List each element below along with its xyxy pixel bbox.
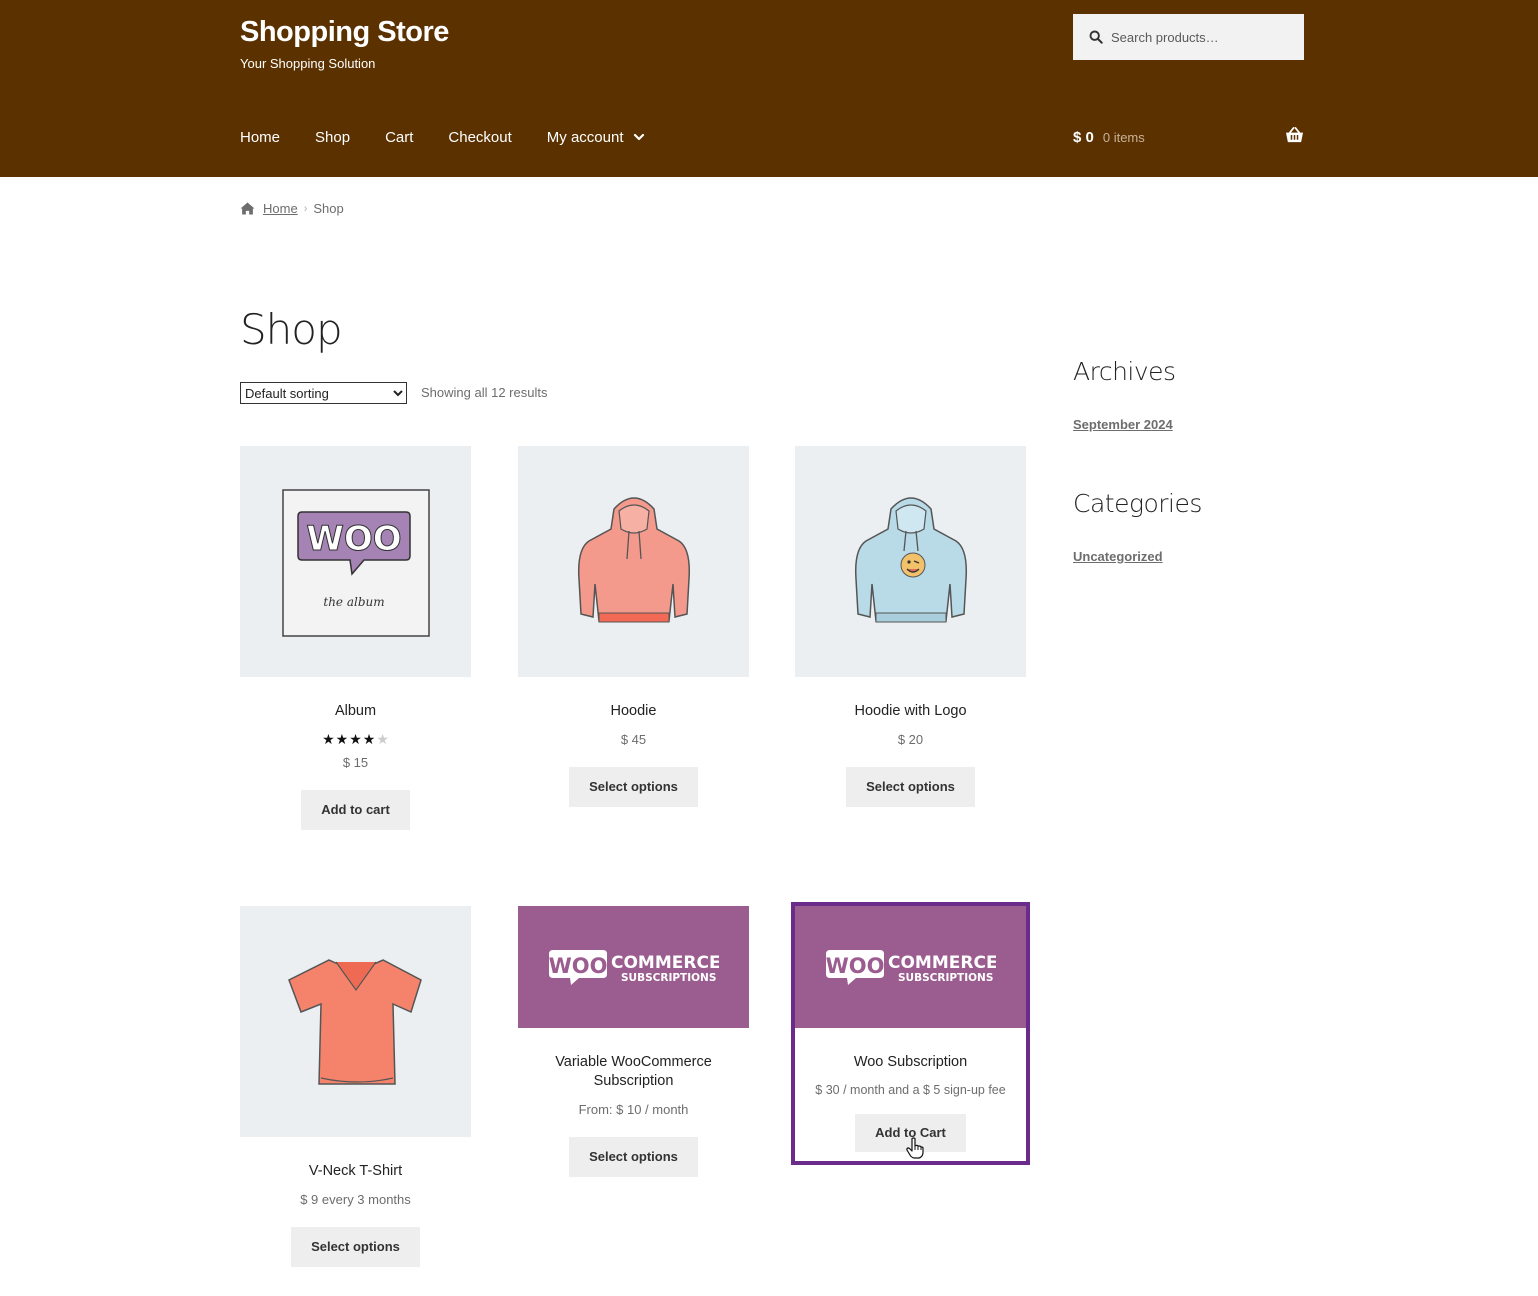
product-price-woo-subscription: $ 30 / month and a $ 5 sign-up fee: [815, 1083, 1006, 1097]
tshirt-image: [287, 958, 422, 1085]
product-image-album[interactable]: WOO the album: [240, 446, 471, 677]
primary-navigation: Home Shop Cart Checkout My account: [240, 126, 680, 148]
album-small-text: the album: [323, 595, 384, 609]
nav-item-my-account[interactable]: My account: [547, 129, 646, 146]
nav-item-home[interactable]: Home: [240, 129, 280, 146]
category-link-uncategorized[interactable]: Uncategorized: [1073, 549, 1163, 564]
breadcrumb-separator: ›: [303, 202, 308, 215]
nav-item-my-account-label: My account: [546, 128, 624, 146]
archives-widget-title: Archives: [1073, 357, 1176, 386]
logo-subscriptions-text: SUBSCRIPTIONS: [898, 972, 993, 984]
product-image-vneck-tshirt[interactable]: [240, 906, 471, 1137]
product-price-hoodie: $ 45: [620, 732, 647, 747]
logo-commerce-text: COMMERCE: [611, 953, 719, 973]
album-woo-text: WOO: [306, 519, 401, 559]
product-card-hoodie-with-logo: Hoodie with Logo $ 20 Select options: [795, 446, 1026, 807]
product-image-hoodie[interactable]: [518, 446, 749, 677]
header-cart[interactable]: $ 0 0 items: [1073, 126, 1304, 148]
logo-woo-text: WOO: [826, 954, 884, 978]
select-options-button-hoodie[interactable]: Select options: [569, 767, 698, 807]
woo-album-image: WOO the album: [281, 488, 430, 637]
star-icon: ★: [349, 731, 362, 747]
breadcrumb-home-link[interactable]: Home: [263, 201, 298, 216]
product-image-hoodie-with-logo[interactable]: [795, 446, 1026, 677]
product-price-album: $ 15: [342, 755, 369, 770]
search-icon: [1089, 30, 1103, 44]
page-title: Shop: [240, 305, 343, 354]
product-card-vneck-tshirt: V-Neck T-Shirt $ 9 every 3 months Select…: [240, 906, 471, 1267]
product-image-woo-subscription[interactable]: WOO COMMERCE SUBSCRIPTIONS: [795, 906, 1026, 1028]
sort-select[interactable]: Default sorting: [240, 382, 407, 404]
product-card-album: WOO the album Album ★ ★ ★ ★ ★ $ 15 Add t…: [240, 446, 471, 830]
breadcrumb-current: Shop: [313, 201, 344, 216]
woocommerce-subscriptions-logo: WOO COMMERCE SUBSCRIPTIONS: [825, 950, 996, 985]
product-card-woo-subscription: WOO COMMERCE SUBSCRIPTIONS Woo Subscript…: [791, 902, 1030, 1165]
product-card-variable-woocommerce-subscription: WOO COMMERCE SUBSCRIPTIONS Variable WooC…: [518, 906, 749, 1177]
product-card-hoodie: Hoodie $ 45 Select options: [518, 446, 749, 807]
breadcrumb: Home › Shop: [240, 201, 344, 216]
star-icon: ★: [322, 731, 335, 747]
select-options-button-vneck-tshirt[interactable]: Select options: [291, 1227, 420, 1267]
cart-count: 0 items: [1102, 129, 1145, 145]
product-title-variable-subscription[interactable]: Variable WooCommerce Subscription: [518, 1053, 749, 1091]
categories-widget-title: Categories: [1073, 489, 1202, 518]
cart-amount: $ 0: [1073, 128, 1094, 146]
search-box[interactable]: [1073, 14, 1304, 60]
product-title-hoodie-with-logo[interactable]: Hoodie with Logo: [795, 702, 1026, 721]
product-title-line: Variable WooCommerce: [555, 1054, 712, 1070]
star-icon: ★: [335, 731, 349, 747]
product-title-line: Subscription: [593, 1073, 674, 1089]
star-empty-icon: ★: [376, 731, 389, 747]
logo-woo-text: WOO: [549, 954, 607, 978]
nav-item-shop[interactable]: Shop: [315, 129, 350, 146]
select-options-button-variable-subscription[interactable]: Select options: [569, 1137, 698, 1177]
site-header: Shopping Store Your Shopping Solution Ho…: [0, 0, 1538, 177]
woocommerce-subscriptions-logo: WOO COMMERCE SUBSCRIPTIONS: [548, 950, 719, 985]
star-rating: ★ ★ ★ ★ ★: [240, 731, 471, 747]
chevron-down-icon[interactable]: [633, 131, 645, 143]
product-title-woo-subscription[interactable]: Woo Subscription: [795, 1053, 1026, 1072]
product-price-variable-subscription: From: $ 10 / month: [578, 1102, 689, 1117]
product-price-vneck-tshirt: $ 9 every 3 months: [300, 1192, 411, 1207]
product-title-hoodie[interactable]: Hoodie: [518, 702, 749, 721]
search-input[interactable]: [1111, 29, 1291, 45]
home-icon: [240, 202, 255, 215]
logo-subscriptions-text: SUBSCRIPTIONS: [621, 972, 716, 984]
product-image-variable-subscription[interactable]: WOO COMMERCE SUBSCRIPTIONS: [518, 906, 749, 1028]
site-tagline: Your Shopping Solution: [240, 56, 376, 71]
hoodie-blue-image: [854, 497, 967, 623]
product-title-vneck-tshirt[interactable]: V-Neck T-Shirt: [240, 1162, 471, 1181]
select-options-button-hoodie-with-logo[interactable]: Select options: [846, 767, 975, 807]
site-title[interactable]: Shopping Store: [240, 16, 449, 49]
nav-item-checkout[interactable]: Checkout: [448, 129, 511, 146]
add-to-cart-button-album[interactable]: Add to cart: [301, 790, 410, 830]
result-count: Showing all 12 results: [421, 385, 548, 400]
nav-item-cart[interactable]: Cart: [385, 129, 413, 146]
hand-pointer-cursor-icon: [906, 1137, 924, 1159]
product-price-hoodie-with-logo: $ 20: [897, 732, 924, 747]
product-title-album[interactable]: Album: [240, 702, 471, 721]
basket-icon[interactable]: [1285, 127, 1304, 144]
logo-commerce-text: COMMERCE: [888, 953, 996, 973]
hoodie-pink-image: [577, 497, 690, 623]
star-icon: ★: [362, 731, 376, 747]
archives-link-september-2024[interactable]: September 2024: [1073, 417, 1173, 432]
